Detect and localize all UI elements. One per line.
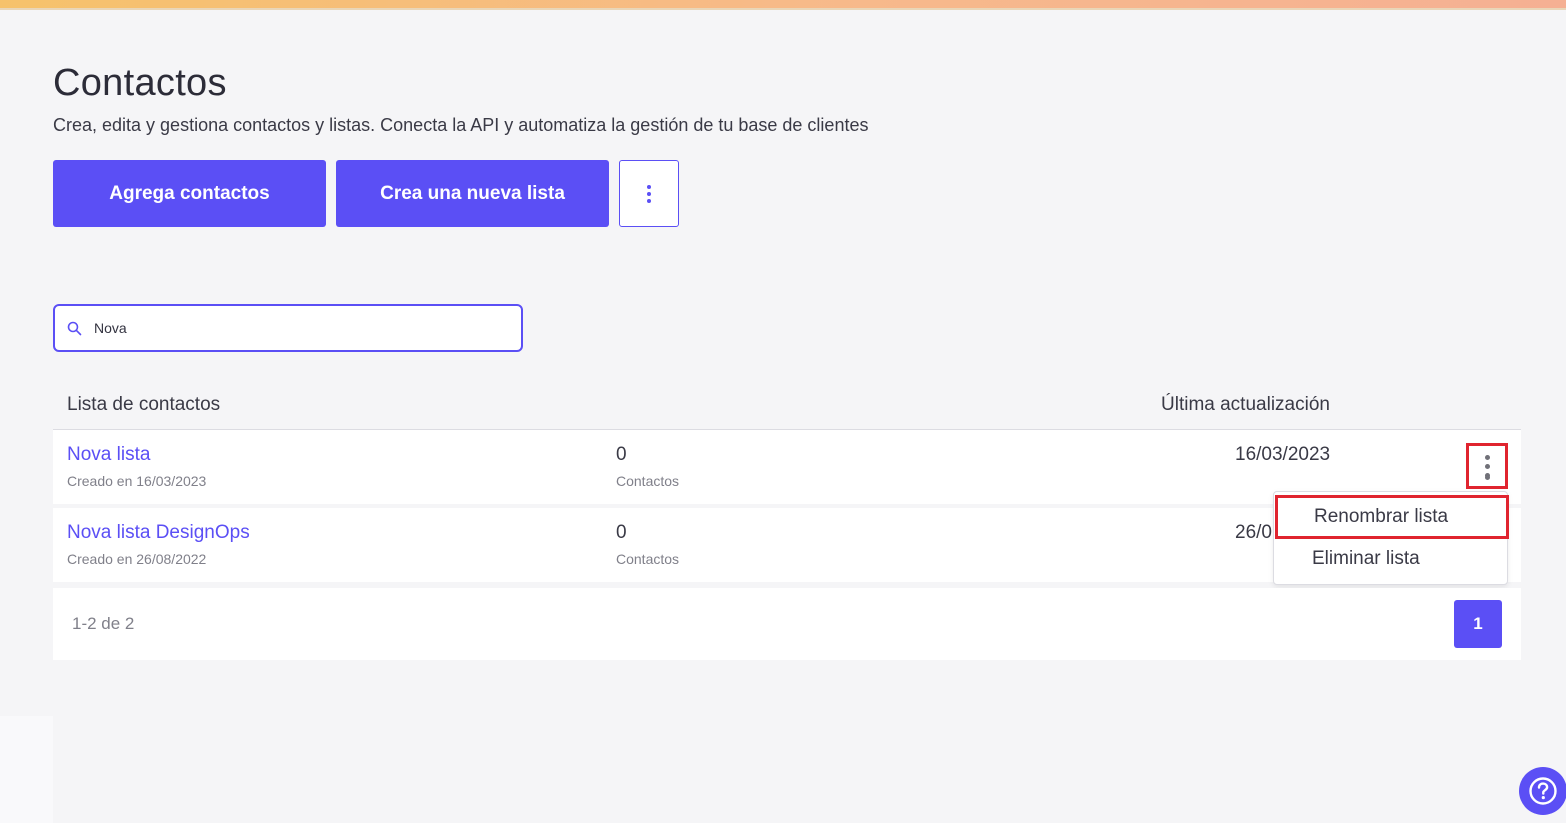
table-header: Lista de contactos Última actualización bbox=[53, 380, 1521, 430]
pagination-info: 1-2 de 2 bbox=[72, 614, 135, 633]
add-contacts-label: Agrega contactos bbox=[109, 182, 270, 204]
create-list-label: Crea una nueva lista bbox=[380, 182, 565, 204]
page-title: Contactos bbox=[53, 62, 227, 104]
pagination-bar: 1-2 de 2 1 bbox=[53, 588, 1521, 660]
row-actions-button[interactable] bbox=[1466, 443, 1508, 489]
contacts-count: 0 bbox=[616, 444, 627, 465]
top-accent-bar bbox=[0, 0, 1566, 10]
list-name-link[interactable]: Nova lista bbox=[67, 444, 150, 466]
last-updated-date: 26/0 bbox=[1235, 522, 1272, 543]
list-name-link[interactable]: Nova lista DesignOps bbox=[67, 522, 250, 544]
page-button-current[interactable]: 1 bbox=[1454, 600, 1502, 648]
list-created-date: Creado en 26/08/2022 bbox=[67, 551, 207, 567]
page-number: 1 bbox=[1473, 614, 1483, 633]
vertical-dots-icon bbox=[647, 184, 651, 203]
list-created-date: Creado en 16/03/2023 bbox=[67, 473, 207, 489]
vertical-dots-icon bbox=[1484, 454, 1490, 478]
delete-list-menu-item[interactable]: Eliminar lista bbox=[1274, 548, 1507, 570]
row-actions-menu: Renombrar lista Eliminar lista bbox=[1273, 491, 1509, 585]
more-options-button[interactable] bbox=[619, 160, 679, 227]
last-updated-date: 16/03/2023 bbox=[1235, 444, 1331, 465]
search-input[interactable] bbox=[92, 319, 496, 337]
column-header-list-name: Lista de contactos bbox=[67, 394, 221, 415]
contacts-count-label: Contactos bbox=[616, 473, 680, 489]
create-list-button[interactable]: Crea una nueva lista bbox=[336, 160, 609, 227]
search-icon bbox=[67, 321, 82, 336]
help-icon bbox=[1527, 775, 1559, 807]
rename-list-menu-item[interactable]: Renombrar lista bbox=[1275, 495, 1509, 539]
add-contacts-button[interactable]: Agrega contactos bbox=[53, 160, 326, 227]
contacts-count-label: Contactos bbox=[616, 551, 680, 567]
sidebar-edge bbox=[0, 716, 53, 823]
help-button[interactable] bbox=[1519, 767, 1566, 815]
column-header-last-updated: Última actualización bbox=[1161, 394, 1330, 415]
contacts-count: 0 bbox=[616, 522, 627, 543]
page-subtitle: Crea, edita y gestiona contactos y lista… bbox=[53, 115, 869, 135]
search-field[interactable] bbox=[53, 304, 523, 352]
